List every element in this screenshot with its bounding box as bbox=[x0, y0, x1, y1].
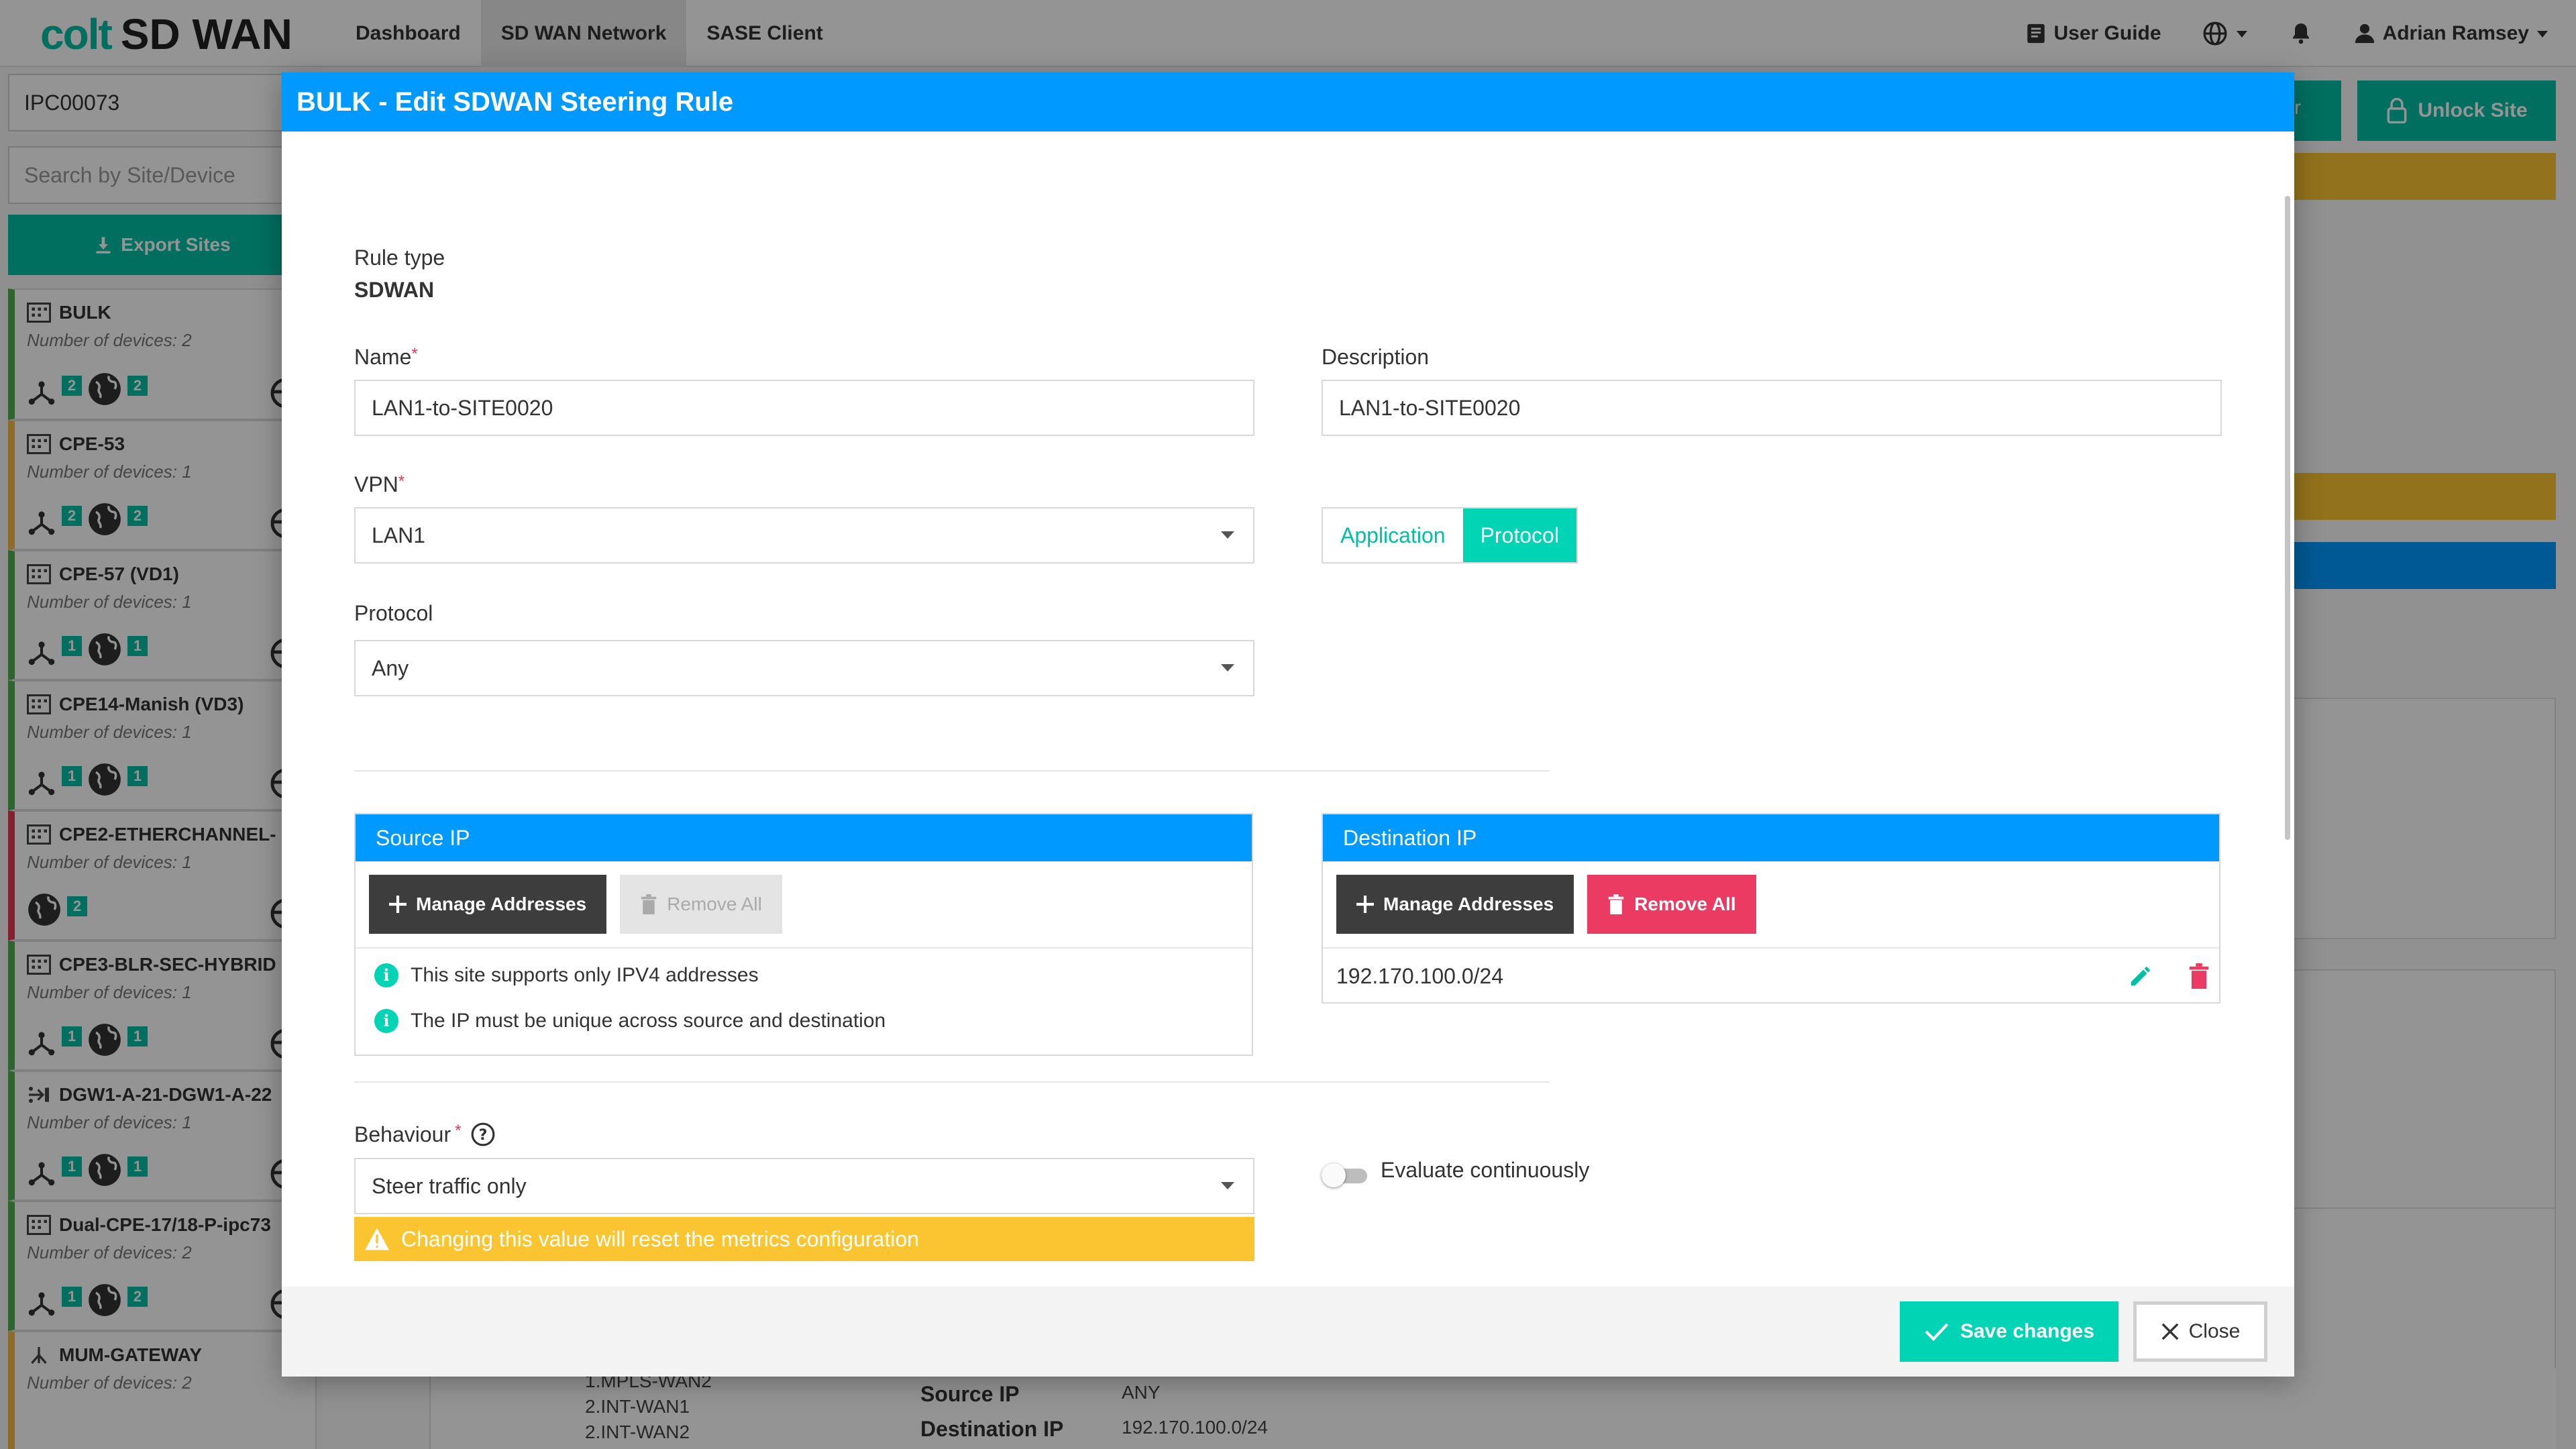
modal-footer: Save changes Close bbox=[282, 1287, 2294, 1377]
vpn-label: VPN* bbox=[354, 472, 405, 496]
modal-scrollbar[interactable] bbox=[2285, 196, 2290, 840]
destination-remove-all-label: Remove All bbox=[1634, 894, 1736, 914]
help-icon[interactable]: ? bbox=[470, 1122, 496, 1147]
save-changes-button[interactable]: Save changes bbox=[1900, 1301, 2118, 1362]
destination-ip-address: 192.170.100.0/24 bbox=[1336, 963, 1504, 988]
rule-type-value: SDWAN bbox=[354, 278, 435, 302]
tab-protocol[interactable]: Protocol bbox=[1462, 508, 1576, 562]
source-remove-all-button[interactable]: Remove All bbox=[620, 875, 782, 934]
vpn-select[interactable]: LAN1 bbox=[354, 507, 1254, 564]
vpn-select-value: LAN1 bbox=[372, 523, 426, 547]
info-icon: i bbox=[374, 963, 398, 987]
caret-down-icon bbox=[1221, 664, 1234, 672]
tab-application[interactable]: Application bbox=[1323, 508, 1463, 562]
behaviour-select-value: Steer traffic only bbox=[372, 1173, 527, 1198]
warning-icon bbox=[365, 1228, 389, 1250]
toggle-knob bbox=[1322, 1163, 1346, 1187]
name-label: Name* bbox=[354, 345, 418, 369]
description-label: Description bbox=[1322, 345, 1430, 369]
source-remove-all-label: Remove All bbox=[667, 894, 762, 914]
close-label: Close bbox=[2188, 1320, 2241, 1342]
info-text: This site supports only IPV4 addresses bbox=[411, 964, 759, 986]
source-ip-info: i This site supports only IPV4 addresses bbox=[356, 953, 1252, 998]
edit-steering-rule-modal: BULK - Edit SDWAN Steering Rule Rule typ… bbox=[282, 72, 2294, 1377]
name-input[interactable]: LAN1-to-SITE0020 bbox=[354, 380, 1254, 436]
caret-down-icon bbox=[1221, 1182, 1234, 1189]
trash-icon bbox=[1608, 894, 1624, 914]
check-icon bbox=[1925, 1323, 1949, 1342]
name-label-text: Name bbox=[354, 345, 412, 369]
destination-ip-title: Destination IP bbox=[1323, 814, 2219, 861]
vpn-label-text: VPN bbox=[354, 472, 398, 496]
source-ip-info: i The IP must be unique across source an… bbox=[356, 998, 1252, 1044]
match-type-toggle: Application Protocol bbox=[1322, 507, 1578, 564]
close-button[interactable]: Close bbox=[2133, 1301, 2267, 1362]
behaviour-warning-text: Changing this value will reset the metri… bbox=[401, 1226, 919, 1251]
destination-manage-addresses-label: Manage Addresses bbox=[1383, 894, 1554, 914]
source-ip-actions: Manage Addresses Remove All bbox=[356, 861, 1252, 949]
modal-body: Rule type SDWAN Name* LAN1-to-SITE0020 D… bbox=[282, 131, 2294, 1359]
section-divider bbox=[354, 1081, 1550, 1083]
trash-icon bbox=[641, 894, 657, 914]
protocol-label: Protocol bbox=[354, 601, 433, 625]
rule-type-label: Rule type bbox=[354, 246, 445, 270]
destination-remove-all-button[interactable]: Remove All bbox=[1587, 875, 1756, 934]
pencil-icon[interactable] bbox=[2128, 963, 2153, 989]
section-divider bbox=[354, 770, 1550, 771]
description-input[interactable]: LAN1-to-SITE0020 bbox=[1322, 380, 2222, 436]
source-ip-title: Source IP bbox=[356, 814, 1252, 861]
destination-manage-addresses-button[interactable]: Manage Addresses bbox=[1336, 875, 1574, 934]
destination-ip-row: 192.170.100.0/24 bbox=[1323, 949, 2219, 1004]
trash-icon[interactable] bbox=[2188, 963, 2210, 989]
source-manage-addresses-button[interactable]: Manage Addresses bbox=[369, 875, 607, 934]
source-ip-panel: Source IP Manage Addresses Remove All i … bbox=[354, 813, 1253, 1056]
evaluate-continuously-label: Evaluate continuously bbox=[1381, 1158, 1590, 1182]
destination-ip-actions: Manage Addresses Remove All bbox=[1323, 861, 2219, 949]
plus-icon bbox=[1356, 896, 1374, 913]
info-icon: i bbox=[374, 1009, 398, 1033]
caret-down-icon bbox=[1221, 531, 1234, 539]
evaluate-continuously-toggle[interactable] bbox=[1322, 1163, 1370, 1187]
svg-text:?: ? bbox=[479, 1126, 488, 1144]
behaviour-warning: Changing this value will reset the metri… bbox=[354, 1217, 1254, 1261]
destination-ip-panel: Destination IP Manage Addresses Remove A… bbox=[1322, 813, 2220, 1004]
protocol-select-value: Any bbox=[372, 655, 409, 680]
close-icon bbox=[2161, 1323, 2179, 1340]
behaviour-label: Behaviour * ? bbox=[354, 1122, 496, 1147]
behaviour-select[interactable]: Steer traffic only bbox=[354, 1158, 1254, 1214]
plus-icon bbox=[389, 896, 407, 913]
info-text: The IP must be unique across source and … bbox=[411, 1010, 886, 1032]
save-changes-label: Save changes bbox=[1960, 1320, 2095, 1342]
behaviour-label-text: Behaviour bbox=[354, 1122, 451, 1146]
source-manage-addresses-label: Manage Addresses bbox=[416, 894, 587, 914]
protocol-select[interactable]: Any bbox=[354, 640, 1254, 696]
modal-title: BULK - Edit SDWAN Steering Rule bbox=[282, 72, 2294, 131]
